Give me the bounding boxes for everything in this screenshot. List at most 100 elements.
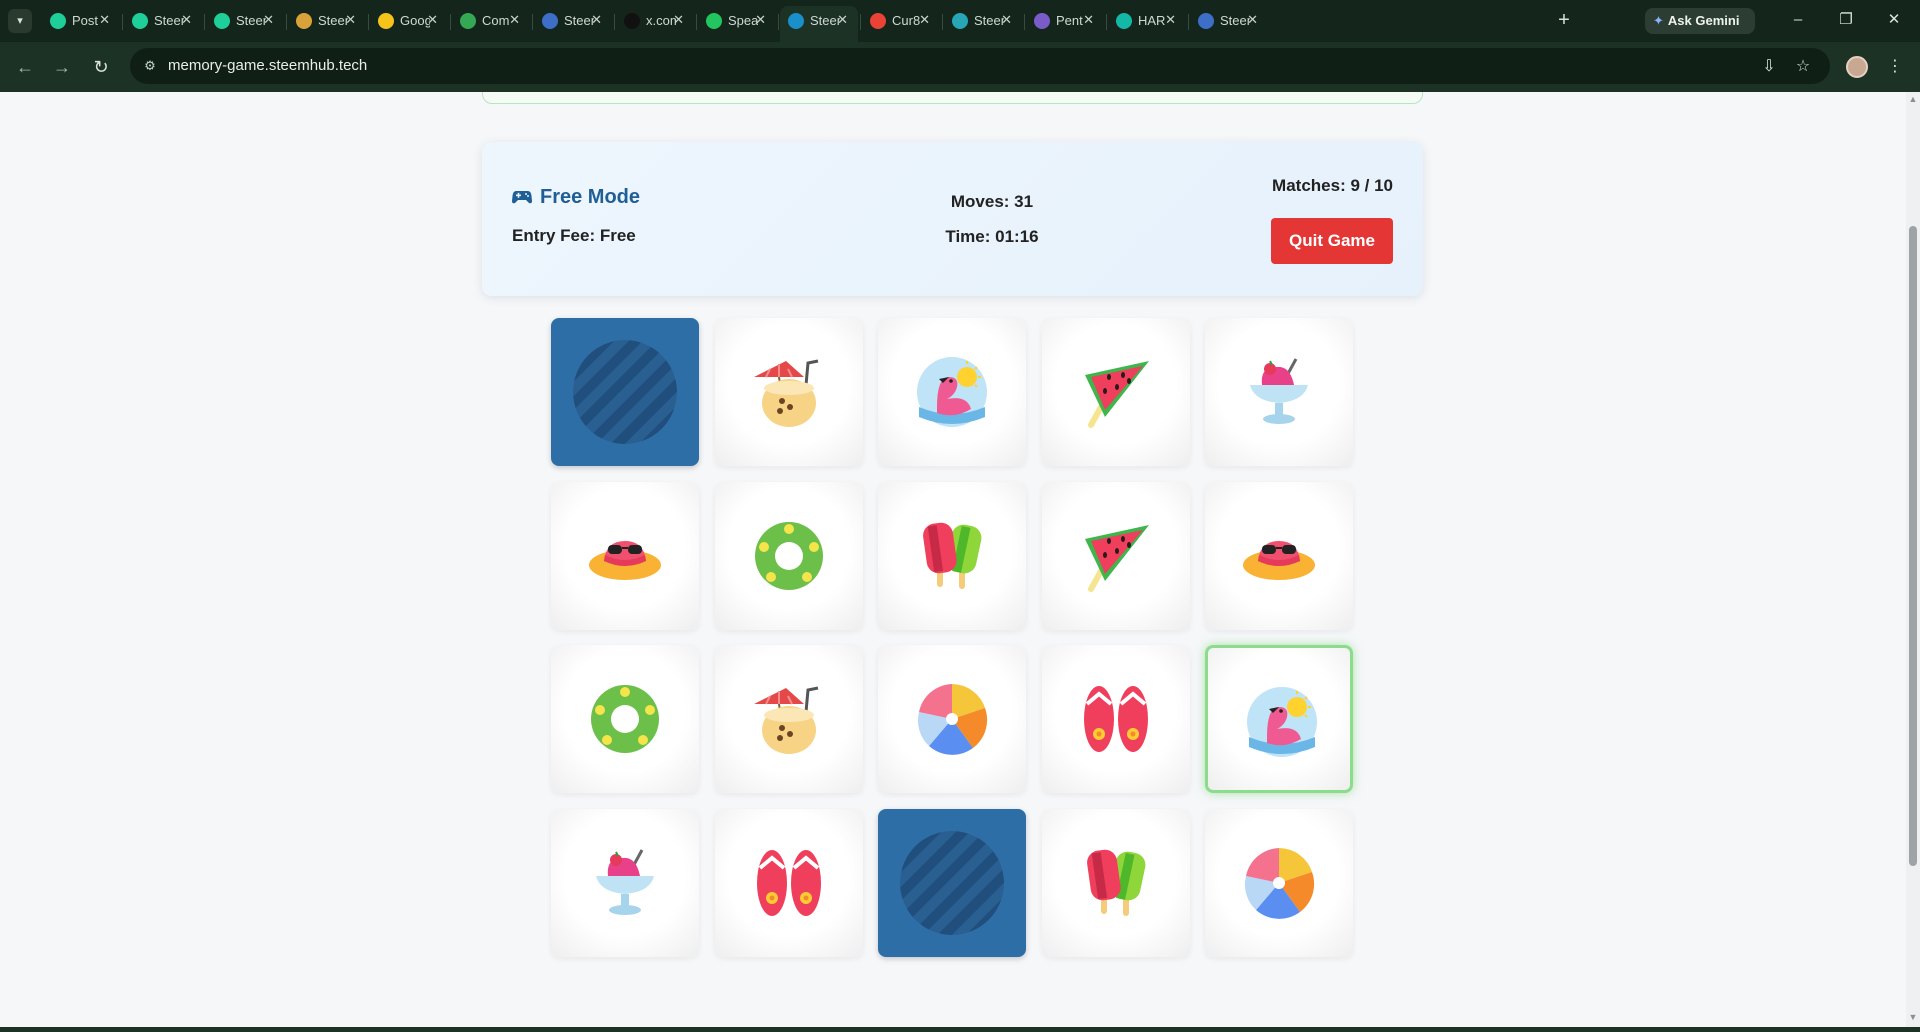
browser-tab[interactable]: Steem✕ — [534, 6, 612, 36]
tab-close-icon[interactable]: ✕ — [755, 12, 766, 28]
tab-title: Post — [72, 13, 99, 28]
memory-card[interactable] — [878, 318, 1026, 466]
scroll-up-arrow-icon[interactable]: ▲ — [1908, 94, 1918, 104]
tab-favicon-icon — [378, 13, 394, 29]
tab-separator — [368, 14, 369, 30]
address-bar[interactable]: ⚙ memory-game.steemhub.tech — [130, 48, 1830, 84]
tab-close-icon[interactable]: ✕ — [99, 12, 110, 28]
browser-tab[interactable]: Cur8 ✕ — [862, 6, 940, 36]
new-tab-plus-icon[interactable]: + — [1552, 9, 1576, 33]
back-arrow-icon[interactable]: ← — [13, 55, 37, 79]
tab-favicon-icon — [624, 13, 640, 29]
tab-separator — [1188, 14, 1189, 30]
tab-close-icon[interactable]: ✕ — [591, 12, 602, 28]
tab-close-icon[interactable]: ✕ — [919, 12, 930, 28]
tab-close-icon[interactable]: ✕ — [1247, 12, 1258, 28]
memory-card[interactable] — [1205, 482, 1353, 630]
tab-close-icon[interactable]: ✕ — [673, 12, 684, 28]
tab-title: Pent — [1056, 13, 1083, 28]
memory-card[interactable] — [878, 645, 1026, 793]
coconut-drink-icon — [754, 686, 819, 754]
tab-title: Com — [482, 13, 510, 28]
scroll-down-arrow-icon[interactable]: ▼ — [1908, 1012, 1918, 1022]
memory-card[interactable] — [1042, 318, 1190, 466]
shaved-ice-icon — [1250, 358, 1308, 424]
tab-close-icon[interactable]: ✕ — [263, 12, 274, 28]
memory-card[interactable] — [878, 482, 1026, 630]
card-back-icon — [573, 340, 677, 444]
browser-tab[interactable]: Post ✕ — [42, 6, 120, 36]
quit-game-button[interactable]: Quit Game — [1271, 218, 1393, 264]
reload-icon[interactable]: ↻ — [89, 55, 113, 79]
swim-ring-icon — [591, 685, 659, 753]
profile-avatar[interactable] — [1846, 56, 1868, 78]
install-app-icon[interactable]: ⇩ — [1757, 55, 1781, 79]
tab-favicon-icon — [1116, 13, 1132, 29]
tab-close-icon[interactable]: ✕ — [1165, 12, 1176, 28]
bookmark-star-icon[interactable]: ☆ — [1791, 55, 1815, 79]
tab-close-icon[interactable]: ✕ — [1001, 12, 1012, 28]
memory-card[interactable] — [715, 482, 863, 630]
memory-card[interactable] — [551, 809, 699, 957]
site-info-icon[interactable]: ⚙ — [140, 56, 160, 76]
tab-close-icon[interactable]: ✕ — [427, 12, 438, 28]
browser-tab[interactable]: Steem✕ — [780, 6, 858, 42]
tab-favicon-icon — [1034, 13, 1050, 29]
tab-favicon-icon — [296, 13, 312, 29]
memory-card[interactable] — [715, 318, 863, 466]
ask-gemini-button[interactable]: ✦ Ask Gemini — [1645, 8, 1755, 34]
memory-card[interactable] — [1042, 482, 1190, 630]
tab-close-icon[interactable]: ✕ — [181, 12, 192, 28]
tab-close-icon[interactable]: ✕ — [1083, 12, 1094, 28]
browser-tab[interactable]: Steem✕ — [1190, 6, 1268, 36]
browser-tab[interactable]: HAR ✕ — [1108, 6, 1186, 36]
memory-card[interactable] — [551, 645, 699, 793]
more-menu-icon[interactable]: ⋮ — [1883, 55, 1907, 79]
minimize-icon[interactable]: – — [1784, 8, 1812, 32]
tab-search-chevron-icon[interactable]: ▾ — [8, 9, 32, 33]
browser-tab[interactable]: Google✕ — [370, 6, 448, 36]
url-text[interactable]: memory-game.steemhub.tech — [168, 57, 367, 74]
memory-board — [551, 318, 1356, 958]
memory-card[interactable] — [1042, 809, 1190, 957]
browser-tab[interactable]: x.com ✕ — [616, 6, 694, 36]
memory-card[interactable] — [715, 645, 863, 793]
browser-tab[interactable]: Com ✕ — [452, 6, 530, 36]
tab-separator — [450, 14, 451, 30]
memory-card[interactable] — [1205, 809, 1353, 957]
tab-favicon-icon — [460, 13, 476, 29]
browser-tab[interactable]: Speak✕ — [698, 6, 776, 36]
close-window-icon[interactable]: ✕ — [1880, 8, 1908, 32]
memory-card[interactable] — [878, 809, 1026, 957]
memory-card[interactable] — [1205, 318, 1353, 466]
tab-title: Steem — [236, 13, 266, 28]
tab-title: Cur8 — [892, 13, 921, 28]
forward-arrow-icon[interactable]: → — [50, 55, 74, 79]
tab-separator — [286, 14, 287, 30]
memory-card[interactable] — [715, 809, 863, 957]
restore-icon[interactable]: ❐ — [1832, 8, 1860, 32]
tab-favicon-icon — [1198, 13, 1214, 29]
memory-card[interactable] — [551, 318, 699, 466]
tab-close-icon[interactable]: ✕ — [837, 12, 848, 28]
tab-separator — [122, 14, 123, 30]
page-scrollbar[interactable]: ▲ ▼ — [1906, 92, 1920, 1027]
memory-card[interactable] — [1205, 645, 1353, 793]
scroll-thumb[interactable] — [1909, 226, 1917, 866]
tab-title: Steem — [810, 13, 840, 28]
tab-favicon-icon — [214, 13, 230, 29]
tab-title: Google — [400, 13, 430, 28]
browser-tab[interactable]: Steem✕ — [944, 6, 1022, 36]
browser-tab[interactable]: Steem✕ — [206, 6, 284, 36]
browser-tab[interactable]: Steem✕ — [288, 6, 366, 36]
browser-tab[interactable]: Pent ✕ — [1026, 6, 1104, 36]
popsicles-icon — [1087, 849, 1146, 916]
watermelon-slice-icon — [1085, 361, 1149, 428]
tab-separator — [696, 14, 697, 30]
memory-card[interactable] — [551, 482, 699, 630]
memory-card[interactable] — [1042, 645, 1190, 793]
browser-tab[interactable]: Steem✕ — [124, 6, 202, 36]
tab-close-icon[interactable]: ✕ — [509, 12, 520, 28]
tab-favicon-icon — [132, 13, 148, 29]
tab-close-icon[interactable]: ✕ — [345, 12, 356, 28]
